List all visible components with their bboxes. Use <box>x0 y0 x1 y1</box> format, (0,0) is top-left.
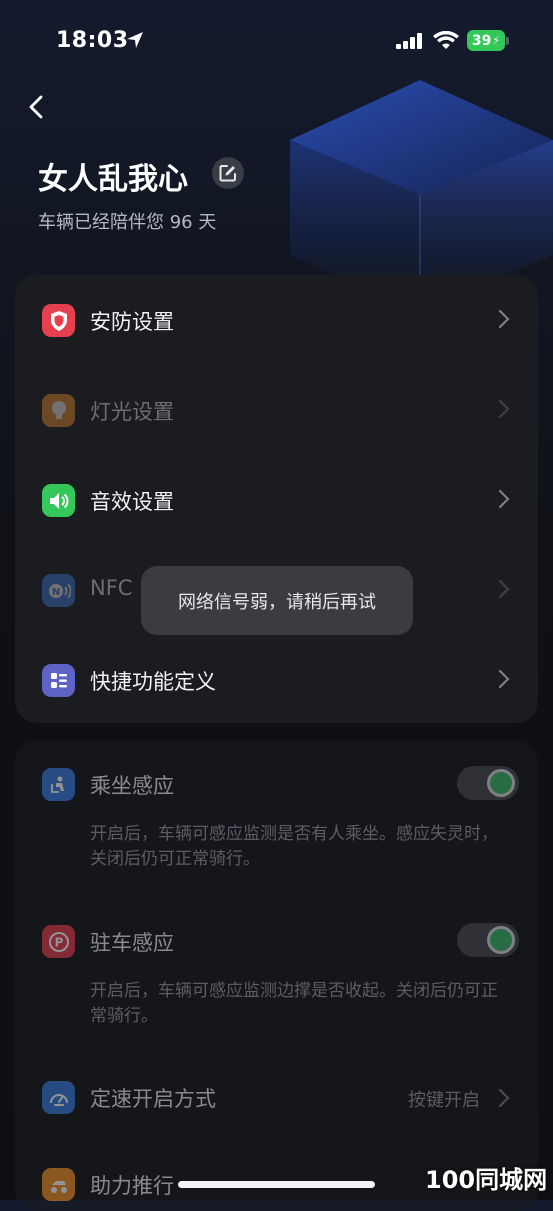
menu-item-sound[interactable]: 音效设置 <box>15 455 538 545</box>
status-time: 18:03 <box>56 28 129 53</box>
menu-item-label: NFC <box>90 576 133 600</box>
battery-indicator: 39 ⚡ <box>467 30 505 51</box>
menu-item-label: 灯光设置 <box>90 400 174 424</box>
push-assist-icon <box>42 1168 75 1201</box>
watermark: 100同城网 <box>425 1166 548 1194</box>
home-indicator[interactable] <box>178 1181 375 1188</box>
chevron-right-icon <box>498 489 510 509</box>
shield-icon <box>42 304 75 337</box>
ride-sensing-toggle[interactable] <box>457 766 519 800</box>
parking-icon: P <box>42 925 75 958</box>
back-button[interactable] <box>24 92 50 122</box>
battery-tip <box>506 37 509 45</box>
nfc-icon: N <box>42 574 75 607</box>
toggle-knob <box>487 769 515 797</box>
menu-item-label: 音效设置 <box>90 490 174 514</box>
parking-sensing-description: 开启后，车辆可感应监测边撑是否收起。关闭后仍可正常骑行。 <box>90 981 498 1026</box>
chevron-right-icon <box>498 399 510 419</box>
battery-level: 39 <box>471 32 492 49</box>
cruise-control-label: 定速开启方式 <box>90 1087 216 1111</box>
chevron-right-icon <box>498 309 510 329</box>
vehicle-name: 女人乱我心 <box>38 162 188 197</box>
speedometer-icon <box>42 1081 75 1114</box>
menu-item-label: 安防设置 <box>90 310 174 334</box>
svg-text:N: N <box>51 587 59 598</box>
push-assist-label: 助力推行 <box>90 1174 174 1198</box>
chevron-right-icon[interactable] <box>498 1088 510 1108</box>
companion-days: 车辆已经陪伴您 96 天 <box>38 212 217 233</box>
parking-sensing-label: 驻车感应 <box>90 931 174 955</box>
ride-sensing-label: 乘坐感应 <box>90 774 174 798</box>
cruise-control-value: 按键开启 <box>408 1090 480 1111</box>
location-arrow-icon <box>127 32 143 48</box>
chevron-right-icon <box>498 669 510 689</box>
menu-item-security[interactable]: 安防设置 <box>15 275 538 365</box>
network-weak-toast: 网络信号弱，请稍后再试 <box>141 566 413 635</box>
parking-sensing-toggle[interactable] <box>457 923 519 957</box>
seat-sensor-icon <box>42 768 75 801</box>
menu-item-lighting[interactable]: 灯光设置 <box>15 365 538 455</box>
edit-icon <box>219 165 236 182</box>
toggle-knob <box>487 926 515 954</box>
shortcut-grid-icon <box>42 664 75 697</box>
chevron-right-icon <box>498 579 510 599</box>
wifi-icon <box>433 31 459 49</box>
settings-menu-card: 安防设置 灯光设置 音效设置 N NFC 快捷功能定义 <box>15 275 538 723</box>
cellular-signal-icon <box>396 33 422 49</box>
svg-text:P: P <box>54 935 63 949</box>
ride-sensing-description: 开启后，车辆可感应监测是否有人乘坐。感应失灵时，关闭后仍可正常骑行。 <box>90 824 498 869</box>
speaker-icon <box>42 484 75 517</box>
menu-item-label: 快捷功能定义 <box>90 670 216 694</box>
bulb-icon <box>42 394 75 427</box>
edit-name-button[interactable] <box>212 157 244 189</box>
menu-item-shortcut[interactable]: 快捷功能定义 <box>15 635 538 725</box>
sensing-settings-card: 乘坐感应 开启后，车辆可感应监测是否有人乘坐。感应失灵时，关闭后仍可正常骑行。 … <box>15 741 538 1211</box>
